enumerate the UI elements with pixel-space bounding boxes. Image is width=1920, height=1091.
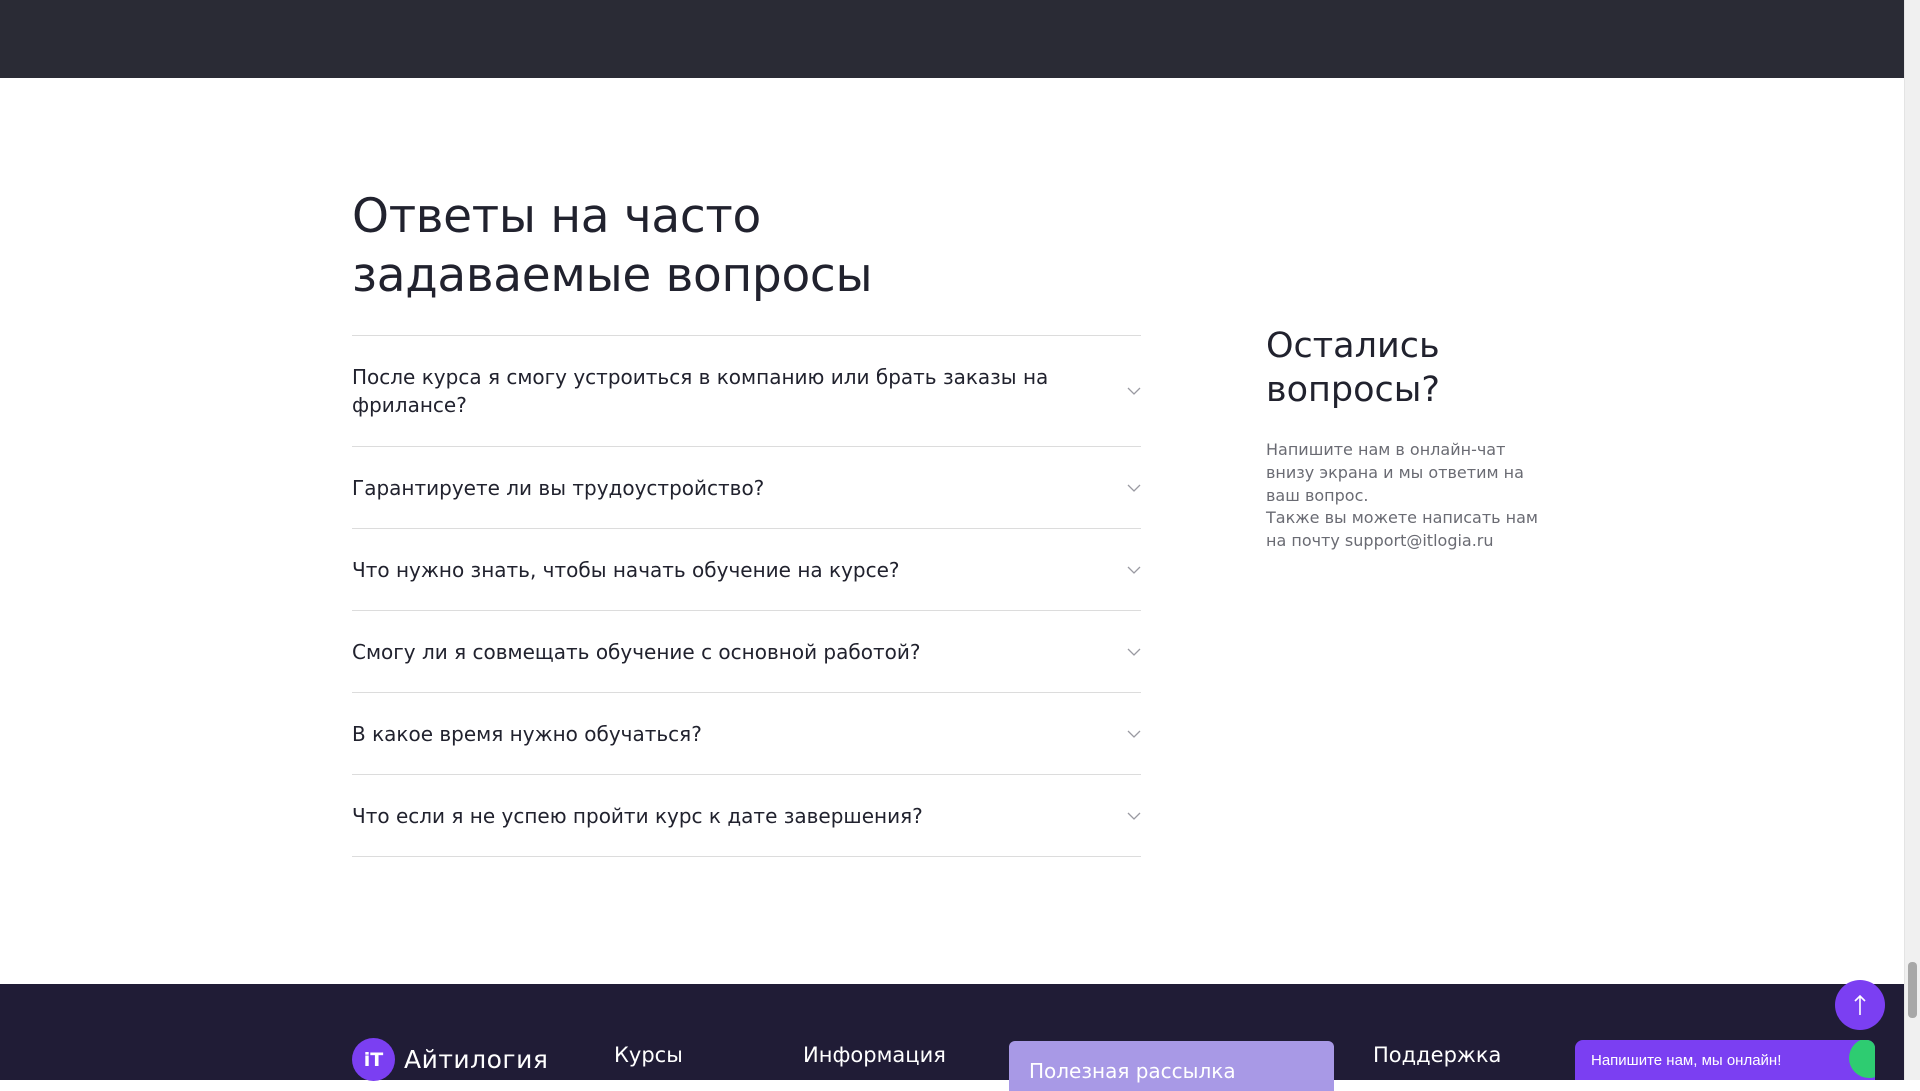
faq-question: Что если я не успею пройти курс к дате з… bbox=[352, 803, 923, 828]
faq-item[interactable]: Смогу ли я совмещать обучение с основной… bbox=[352, 611, 1141, 693]
faq-title-line2: задаваемые вопросы bbox=[352, 248, 873, 303]
arrow-up-icon bbox=[1854, 994, 1866, 1015]
online-indicator-icon bbox=[1849, 1040, 1875, 1078]
chat-widget-label: Напишите нам, мы онлайн! bbox=[1591, 1052, 1782, 1069]
email-hint-text: Также вы можете написать нам на почту su… bbox=[1266, 508, 1538, 550]
chevron-down-icon bbox=[1127, 648, 1141, 656]
scrollbar-thumb[interactable] bbox=[1908, 962, 1917, 1018]
chevron-down-icon bbox=[1127, 484, 1141, 492]
questions-left-title-line2: вопросы? bbox=[1266, 370, 1441, 410]
chevron-down-icon bbox=[1127, 566, 1141, 574]
chevron-down-icon bbox=[1127, 730, 1141, 738]
faq-question: После курса я смогу устроиться в компани… bbox=[352, 365, 1049, 417]
online-chat-widget[interactable]: Напишите нам, мы онлайн! bbox=[1575, 1040, 1875, 1080]
logo-text: Айтилогия bbox=[404, 1045, 549, 1074]
faq-question: Гарантируете ли вы трудоустройство? bbox=[352, 475, 765, 500]
faq-title-line1: Ответы на часто bbox=[352, 189, 761, 244]
faq-item[interactable]: Что если я не успею пройти курс к дате з… bbox=[352, 775, 1141, 857]
top-section-band bbox=[0, 0, 1904, 78]
faq-item[interactable]: В какое время нужно обучаться? bbox=[352, 693, 1141, 775]
chat-hint-text: Напишите нам в онлайн-чат внизу экрана и… bbox=[1266, 440, 1524, 505]
faq-item[interactable]: Что нужно знать, чтобы начать обучение н… bbox=[352, 529, 1141, 611]
faq-question: В какое время нужно обучаться? bbox=[352, 721, 702, 746]
footer-info-heading: Информация bbox=[803, 1043, 946, 1067]
chevron-down-icon bbox=[1127, 812, 1141, 820]
questions-left-title-line1: Остались bbox=[1266, 326, 1440, 366]
logo-icon: iT bbox=[352, 1038, 395, 1081]
chevron-down-icon bbox=[1127, 387, 1141, 395]
footer-logo[interactable]: iT Айтилогия bbox=[352, 1038, 548, 1081]
faq-title: Ответы на часто задаваемые вопросы bbox=[352, 187, 992, 305]
scroll-to-top-button[interactable] bbox=[1835, 980, 1885, 1030]
faq-list: После курса я смогу устроиться в компани… bbox=[352, 335, 1141, 857]
faq-question: Что нужно знать, чтобы начать обучение н… bbox=[352, 557, 900, 582]
page-scrollbar[interactable] bbox=[1904, 0, 1920, 1080]
footer-courses-heading: Курсы bbox=[614, 1043, 683, 1067]
footer-support-heading: Поддержка bbox=[1373, 1043, 1502, 1067]
questions-left-title: Остались вопросы? bbox=[1266, 324, 1566, 412]
faq-item[interactable]: Гарантируете ли вы трудоустройство? bbox=[352, 447, 1141, 529]
faq-item[interactable]: После курса я смогу устроиться в компани… bbox=[352, 336, 1141, 447]
newsletter-card[interactable]: Полезная рассылка bbox=[1009, 1041, 1334, 1091]
faq-question: Смогу ли я совмещать обучение с основной… bbox=[352, 639, 921, 664]
